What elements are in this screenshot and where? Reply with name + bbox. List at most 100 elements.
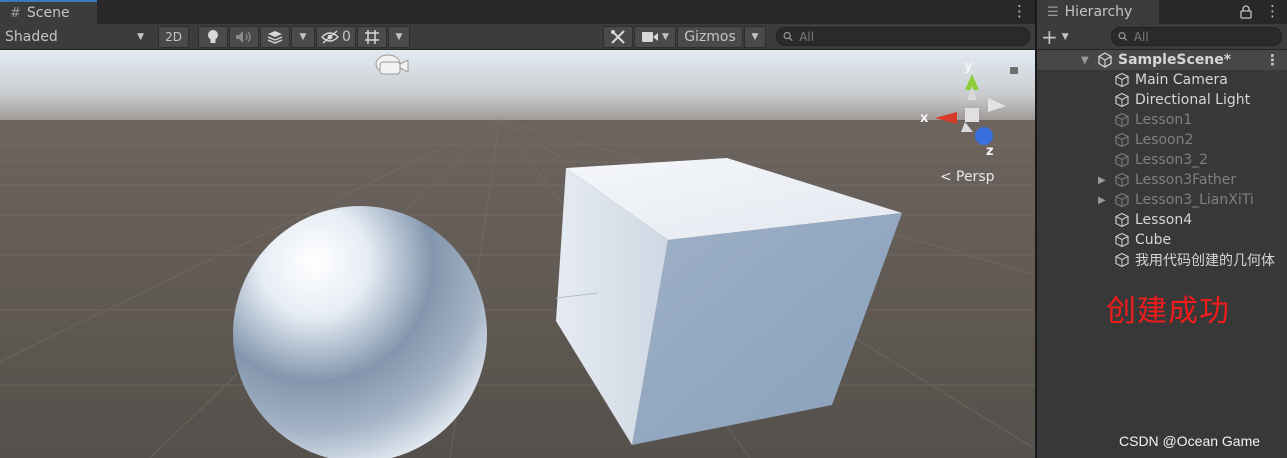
projection-label[interactable]: Persp bbox=[956, 169, 995, 185]
scene-name: SampleScene* bbox=[1118, 52, 1232, 68]
hierarchy-item[interactable]: ▶ Lesson3_LianXiTi bbox=[1037, 190, 1287, 210]
hierarchy-item-label: Lesson3Father bbox=[1135, 172, 1237, 188]
scene-menu-icon[interactable]: ⋮ bbox=[1265, 51, 1280, 69]
chevron-down-icon: ▼ bbox=[137, 32, 144, 42]
gameobject-cube-icon bbox=[1115, 192, 1129, 208]
gameobject-cube-icon bbox=[1115, 132, 1129, 148]
chevron-down-icon: ▼ bbox=[751, 32, 759, 42]
hierarchy-item-label: Lesson3_LianXiTi bbox=[1135, 192, 1254, 208]
grid-snap-icon bbox=[365, 30, 379, 44]
hierarchy-item[interactable]: Lesson3_2 bbox=[1037, 150, 1287, 170]
shading-mode-dropdown[interactable]: Shaded ▼ bbox=[0, 26, 150, 48]
hidden-count: 0 bbox=[342, 29, 351, 45]
hierarchy-item-label: Lesoon2 bbox=[1135, 132, 1194, 148]
search-icon bbox=[1118, 32, 1128, 41]
gameobject-cube-icon bbox=[1115, 212, 1129, 228]
grid-icon: # bbox=[10, 5, 21, 21]
gameobject-cube-icon bbox=[1115, 72, 1129, 88]
tab-hierarchy[interactable]: ☰ Hierarchy bbox=[1037, 0, 1159, 24]
unity-scene-icon bbox=[1098, 52, 1112, 68]
gameobject-cube-icon bbox=[1115, 92, 1129, 108]
grid-dropdown[interactable]: ▼ bbox=[388, 26, 410, 48]
gizmos-dropdown[interactable]: ▼ bbox=[744, 26, 766, 48]
hierarchy-item-label: Directional Light bbox=[1135, 92, 1251, 108]
chevron-down-icon: ▼ bbox=[1061, 32, 1069, 42]
hierarchy-menu-icon[interactable]: ⋮ bbox=[1265, 3, 1280, 19]
hierarchy-item[interactable]: Cube bbox=[1037, 230, 1287, 250]
hierarchy-item[interactable]: Lesson1 bbox=[1037, 110, 1287, 130]
speaker-icon bbox=[236, 31, 251, 43]
tab-hierarchy-label: Hierarchy bbox=[1064, 4, 1133, 20]
hierarchy-item[interactable]: 我用代码创建的几何体 bbox=[1037, 250, 1287, 270]
tab-scene-label: Scene bbox=[26, 5, 70, 21]
hierarchy-item-label: 我用代码创建的几何体 bbox=[1135, 253, 1275, 269]
add-object-button[interactable]: + ▼ bbox=[1041, 26, 1075, 48]
chevron-down-icon: ▼ bbox=[395, 32, 403, 42]
watermark: CSDN @Ocean Game bbox=[1119, 433, 1261, 449]
gameobject-cube-icon bbox=[1115, 172, 1129, 188]
hierarchy-item-label: Main Camera bbox=[1135, 72, 1228, 88]
chevron-down-icon: ▼ bbox=[662, 32, 669, 42]
hierarchy-panel: ☰ Hierarchy ⋮ + ▼ ▼ SampleScene* ⋮ Main … bbox=[1037, 0, 1287, 458]
search-icon bbox=[783, 31, 793, 42]
lightbulb-icon bbox=[208, 30, 218, 43]
projection-chevron-icon: < bbox=[940, 169, 952, 185]
scene-viewport[interactable]: y x z < Persp bbox=[0, 50, 1035, 458]
scene-render: y x z < Persp bbox=[0, 50, 1035, 458]
scene-search[interactable] bbox=[776, 27, 1030, 46]
gizmos-button[interactable]: Gizmos bbox=[677, 26, 743, 48]
list-icon: ☰ bbox=[1047, 4, 1059, 20]
lock-icon[interactable] bbox=[1240, 5, 1252, 19]
foldout-closed-icon[interactable]: ▶ bbox=[1098, 175, 1106, 186]
scene-visibility-toggle[interactable]: 0 bbox=[316, 26, 356, 48]
lighting-toggle[interactable] bbox=[198, 26, 228, 48]
audio-toggle[interactable] bbox=[229, 26, 259, 48]
grid-toggle[interactable] bbox=[357, 26, 387, 48]
gizmo-z-label: z bbox=[986, 144, 994, 159]
hierarchy-item-label: Lesson4 bbox=[1135, 212, 1193, 228]
toggle-2d-label: 2D bbox=[165, 30, 182, 44]
effects-dropdown[interactable]: ▼ bbox=[291, 26, 315, 48]
scene-menu-icon[interactable]: ⋮ bbox=[1012, 3, 1027, 19]
hierarchy-item[interactable]: Directional Light bbox=[1037, 90, 1287, 110]
hierarchy-item[interactable]: Main Camera bbox=[1037, 70, 1287, 90]
hierarchy-list: ▼ SampleScene* ⋮ Main Camera Directional … bbox=[1037, 50, 1287, 458]
shading-mode-label: Shaded bbox=[5, 29, 58, 45]
gameobject-cube-icon bbox=[1115, 112, 1129, 128]
hierarchy-search[interactable] bbox=[1111, 27, 1282, 46]
camera-settings-button[interactable]: ▼ bbox=[634, 26, 676, 48]
hierarchy-item-label: Cube bbox=[1135, 232, 1172, 248]
sphere-object[interactable] bbox=[233, 206, 487, 458]
gameobject-cube-icon bbox=[1115, 252, 1129, 268]
annotation-text: 创建成功 bbox=[1106, 294, 1230, 329]
hierarchy-toolbar: + ▼ bbox=[1037, 24, 1287, 50]
tools-button[interactable] bbox=[603, 26, 633, 48]
gameobject-cube-icon bbox=[1115, 152, 1129, 168]
hierarchy-search-input[interactable] bbox=[1131, 28, 1281, 45]
effects-toggle[interactable] bbox=[260, 26, 290, 48]
hierarchy-item[interactable]: ▶ Lesson3Father bbox=[1037, 170, 1287, 190]
scene-row[interactable]: ▼ SampleScene* ⋮ bbox=[1037, 50, 1287, 70]
scene-search-input[interactable] bbox=[797, 28, 1029, 45]
toggle-2d-button[interactable]: 2D bbox=[158, 26, 189, 48]
camera-icon bbox=[642, 32, 659, 42]
scene-panel: # Scene ⋮ Shaded ▼ 2D ▼ 0 ▼ ▼ Gizmos ▼ A… bbox=[0, 0, 1035, 458]
hierarchy-tabbar: ☰ Hierarchy ⋮ bbox=[1037, 0, 1287, 24]
foldout-open-icon[interactable]: ▼ bbox=[1081, 55, 1089, 66]
foldout-closed-icon[interactable]: ▶ bbox=[1098, 195, 1106, 206]
scene-toolbar: Shaded ▼ 2D ▼ 0 ▼ ▼ Gizmos ▼ All bbox=[0, 24, 1035, 50]
plus-icon: + bbox=[1041, 25, 1058, 49]
hierarchy-item[interactable]: Lesoon2 bbox=[1037, 130, 1287, 150]
tab-scene[interactable]: # Scene bbox=[0, 0, 97, 24]
layers-icon bbox=[267, 31, 283, 44]
gizmo-y-label: y bbox=[964, 59, 973, 74]
gameobject-cube-icon bbox=[1115, 232, 1129, 248]
hierarchy-item[interactable]: Lesson4 bbox=[1037, 210, 1287, 230]
gizmos-label: Gizmos bbox=[684, 29, 736, 45]
tools-icon bbox=[611, 30, 625, 44]
gizmo-x-label: x bbox=[920, 111, 929, 126]
chevron-down-icon: ▼ bbox=[299, 32, 307, 42]
scene-tabbar: # Scene ⋮ bbox=[0, 0, 1035, 24]
hierarchy-item-label: Lesson3_2 bbox=[1135, 152, 1209, 168]
eye-hidden-icon bbox=[321, 30, 340, 44]
